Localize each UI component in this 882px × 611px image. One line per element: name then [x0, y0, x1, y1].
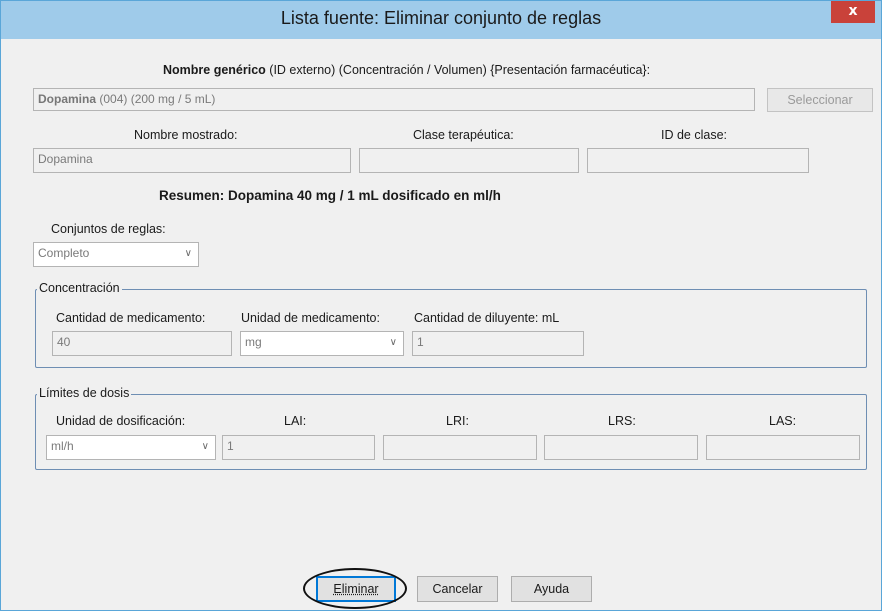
dosing-unit-dropdown[interactable]: ml/h ∨	[46, 435, 216, 460]
lai-field[interactable]: 1	[222, 435, 375, 460]
display-name-label: Nombre mostrado:	[134, 128, 238, 142]
dialog-window: Lista fuente: Eliminar conjunto de regla…	[0, 0, 882, 611]
title-bar: Lista fuente: Eliminar conjunto de regla…	[1, 1, 881, 39]
generic-name-header-bold: Nombre genérico	[163, 63, 266, 77]
chevron-down-icon: ∨	[201, 441, 209, 452]
close-button[interactable]: x	[831, 1, 875, 23]
las-label: LAS:	[769, 414, 797, 428]
lrs-field[interactable]	[544, 435, 698, 460]
class-id-field[interactable]	[587, 148, 809, 173]
class-id-label: ID de clase:	[661, 128, 728, 142]
drug-amount-label: Cantidad de medicamento:	[56, 311, 206, 325]
chevron-down-icon: ∨	[184, 248, 192, 259]
select-button[interactable]: Seleccionar	[767, 88, 873, 112]
diluent-amount-label: Cantidad de diluyente: mL	[414, 311, 560, 325]
generic-name-field[interactable]: Dopamina (004) (200 mg / 5 mL)	[33, 88, 755, 111]
rule-sets-value: Completo	[38, 246, 90, 260]
lri-label: LRI:	[446, 414, 469, 428]
lrs-label: LRS:	[608, 414, 636, 428]
cancel-button[interactable]: Cancelar	[417, 576, 498, 602]
generic-name-header-rest: (ID externo) (Concentración / Volumen) {…	[269, 63, 651, 77]
therapeutic-class-field[interactable]	[359, 148, 579, 173]
display-name-field[interactable]: Dopamina	[33, 148, 351, 173]
therapeutic-class-label: Clase terapéutica:	[413, 128, 514, 142]
drug-unit-label: Unidad de medicamento:	[241, 311, 380, 325]
lai-label: LAI:	[284, 414, 307, 428]
drug-unit-dropdown[interactable]: mg ∨	[240, 331, 404, 356]
generic-name-value-rest: (004) (200 mg / 5 mL)	[99, 92, 216, 106]
dosing-unit-label: Unidad de dosificación:	[56, 414, 186, 428]
generic-name-value-bold: Dopamina	[38, 92, 97, 106]
highlight-circle	[303, 568, 407, 609]
lri-field[interactable]	[383, 435, 537, 460]
diluent-amount-field[interactable]: 1	[412, 331, 584, 356]
cancel-button-label: Cancelar	[432, 582, 483, 596]
help-button[interactable]: Ayuda	[511, 576, 592, 602]
help-button-label: Ayuda	[533, 582, 570, 596]
rule-sets-dropdown[interactable]: Completo ∨	[33, 242, 199, 267]
dosing-unit-value: ml/h	[51, 439, 74, 453]
chevron-down-icon: ∨	[389, 337, 397, 348]
las-field[interactable]	[706, 435, 860, 460]
drug-amount-field[interactable]: 40	[52, 331, 232, 356]
close-icon: x	[848, 3, 858, 19]
concentration-group	[35, 289, 867, 368]
dose-limits-legend: Límites de dosis	[37, 386, 132, 400]
window-title: Lista fuente: Eliminar conjunto de regla…	[280, 8, 602, 28]
summary-text: Resumen: Dopamina 40 mg / 1 mL dosificad…	[159, 188, 501, 203]
generic-name-header: Nombre genérico (ID externo) (Concentrac…	[163, 63, 650, 77]
concentration-legend: Concentración	[37, 281, 122, 295]
rule-sets-label: Conjuntos de reglas:	[51, 222, 166, 236]
drug-unit-value: mg	[245, 335, 262, 349]
